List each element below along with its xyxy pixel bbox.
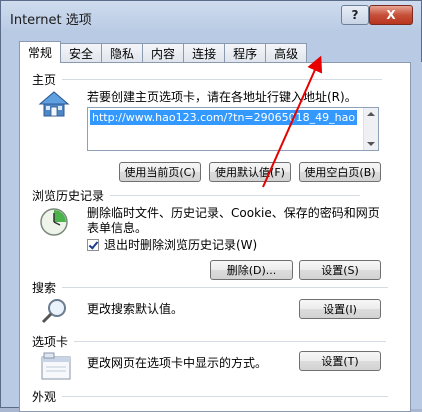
tabs-description: 更改网页在选项卡中显示的方式。 — [87, 356, 268, 370]
home-section-title: 主页 — [32, 71, 394, 88]
history-clock-icon — [38, 205, 72, 240]
appearance-section-title: 外观 — [32, 388, 388, 405]
tab-advanced[interactable]: 高级 — [266, 43, 308, 63]
tabs-window-icon — [40, 351, 72, 384]
delete-history-button[interactable]: 删除(D)... — [210, 260, 293, 280]
window-title: Internet 选项 — [10, 13, 92, 28]
home-icon — [38, 89, 70, 122]
delete-on-exit-label[interactable]: 退出时删除浏览历史记录(W) — [104, 237, 257, 253]
close-button[interactable]: X — [369, 5, 413, 25]
tab-bar: 常规 安全 隐私 内容 连接 程序 高级 — [19, 41, 308, 63]
history-section-title: 浏览历史记录 — [32, 187, 360, 204]
use-default-button[interactable]: 使用默认值(F) — [209, 162, 291, 182]
home-url-textarea[interactable]: http://www.hao123.com/?tn=29065018_49_ha… — [87, 107, 379, 151]
history-settings-button[interactable]: 设置(S) — [299, 260, 381, 280]
history-description-line2: 表单信息。 — [87, 221, 148, 235]
home-description: 若要创建主页选项卡，请在各地址行键入地址(R)。 — [87, 90, 357, 104]
search-description: 更改搜索默认值。 — [87, 302, 184, 316]
scroll-up-icon[interactable] — [367, 112, 375, 116]
tab-programs[interactable]: 程序 — [225, 43, 267, 63]
tab-general[interactable]: 常规 — [19, 41, 62, 63]
home-url-value: http://www.hao123.com/?tn=29065018_49_ha… — [90, 110, 358, 125]
tab-security[interactable]: 安全 — [61, 43, 103, 63]
search-settings-button[interactable]: 设置(I) — [299, 299, 381, 319]
delete-on-exit-checkbox[interactable] — [87, 239, 99, 251]
home-url-scrollbar[interactable] — [363, 108, 378, 150]
use-current-button[interactable]: 使用当前页(C) — [119, 162, 201, 182]
help-button[interactable]: ? — [341, 5, 369, 25]
tab-privacy[interactable]: 隐私 — [102, 43, 144, 63]
history-description-line1: 删除临时文件、历史记录、Cookie、保存的密码和网页 — [87, 206, 380, 220]
scroll-down-icon[interactable] — [367, 142, 375, 146]
use-blank-button[interactable]: 使用空白页(B) — [299, 162, 381, 182]
tabs-settings-button[interactable]: 设置(T) — [299, 351, 381, 371]
window-frame-edge — [411, 62, 422, 409]
general-tab-panel: 主页 若要创建主页选项卡，请在各地址行键入地址(R)。 http://www.h… — [19, 62, 411, 412]
search-magnifier-icon — [40, 297, 72, 328]
tabs-section-title: 选项卡 — [32, 333, 386, 350]
internet-options-dialog: Internet 选项 ? X 常规 安全 隐私 内容 连接 程序 高级 主页 … — [0, 0, 422, 412]
search-section-title: 搜索 — [32, 279, 388, 296]
tab-connections[interactable]: 连接 — [184, 43, 226, 63]
tab-content[interactable]: 内容 — [143, 43, 185, 63]
